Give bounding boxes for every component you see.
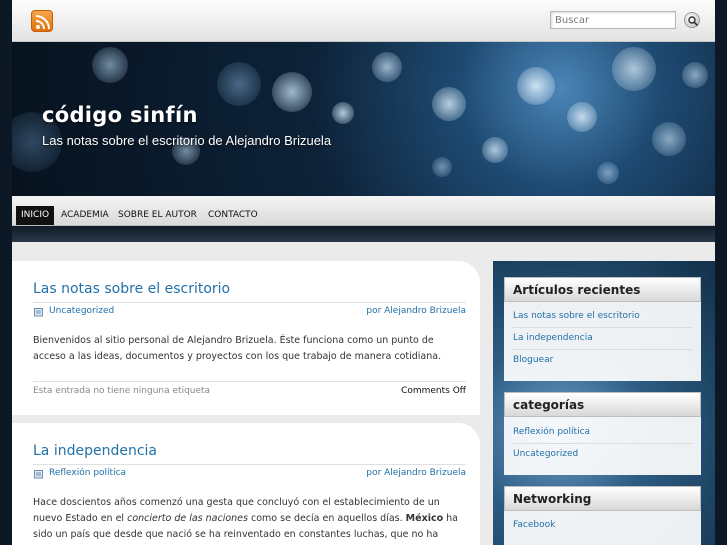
post-excerpt: Bienvenidos al sitio personal de Alejand… [33, 335, 442, 362]
recent-post-link[interactable]: Bloguear [513, 355, 693, 365]
sidebar: Artículos recientes Las notas sobre el e… [493, 261, 715, 545]
post-card: La independencia Reflexión política por … [12, 423, 480, 545]
widget-title-networking: Networking [504, 486, 701, 511]
divider [513, 443, 693, 444]
category-link[interactable]: Uncategorized [513, 449, 693, 459]
networking-link[interactable]: Facebook [513, 520, 693, 530]
search-input[interactable] [550, 11, 676, 29]
page: código sinfín Las notas sobre el escrito… [12, 0, 715, 545]
post-title[interactable]: Las notas sobre el escritorio [33, 281, 230, 297]
header-banner: código sinfín Las notas sobre el escrito… [12, 42, 715, 196]
excerpt-strong: México [405, 513, 444, 524]
categories-widget [504, 417, 701, 475]
post-card: Las notas sobre el escritorio Uncategori… [12, 261, 480, 415]
nav-shadow-strip [12, 226, 715, 242]
recent-post-link[interactable]: La independencia [513, 333, 693, 343]
divider [513, 327, 693, 328]
post-excerpt: Hace doscientos años comenzó una gesta q… [33, 495, 469, 545]
rss-feed-icon[interactable] [31, 10, 53, 32]
category-link[interactable]: Reflexión política [49, 468, 126, 478]
nav-item-sobre-el-autor[interactable]: SOBRE EL AUTOR [113, 206, 202, 225]
site-title[interactable]: código sinfín [42, 103, 198, 127]
nav-item-contacto[interactable]: CONTACTO [203, 206, 263, 225]
widget-title-categories: categorías [504, 392, 701, 417]
site-description: Las notas sobre el escritorio de Alejand… [42, 133, 332, 148]
category-link[interactable]: Reflexión política [513, 427, 693, 437]
post-title[interactable]: La independencia [33, 443, 157, 459]
author-link[interactable]: por Alejandro Brizuela [366, 306, 466, 316]
category-link[interactable]: Uncategorized [49, 306, 114, 316]
excerpt-emphasis: concierto de las naciones [127, 513, 248, 524]
recent-post-link[interactable]: Las notas sobre el escritorio [513, 311, 693, 321]
divider [513, 349, 693, 350]
folder-icon [34, 308, 43, 317]
nav-item-academia[interactable]: ACADEMIA [56, 206, 114, 225]
comments-status: Comments Off [401, 386, 466, 396]
main-nav: INICIO ACADEMIA SOBRE EL AUTOR CONTACTO [12, 196, 715, 226]
nav-item-inicio[interactable]: INICIO [16, 206, 55, 225]
post-tags: Esta entrada no tiene ninguna etiqueta [33, 386, 211, 396]
magnifier-icon [688, 16, 699, 27]
top-bar [12, 0, 715, 42]
excerpt-text: como se decía en aquellos días. [247, 513, 406, 524]
author-link[interactable]: por Alejandro Brizuela [366, 468, 466, 478]
widget-title-recent: Artículos recientes [504, 277, 701, 302]
folder-icon [34, 470, 43, 479]
divider [33, 464, 466, 465]
search-button[interactable] [684, 12, 700, 28]
divider [33, 381, 466, 382]
divider [33, 302, 466, 303]
